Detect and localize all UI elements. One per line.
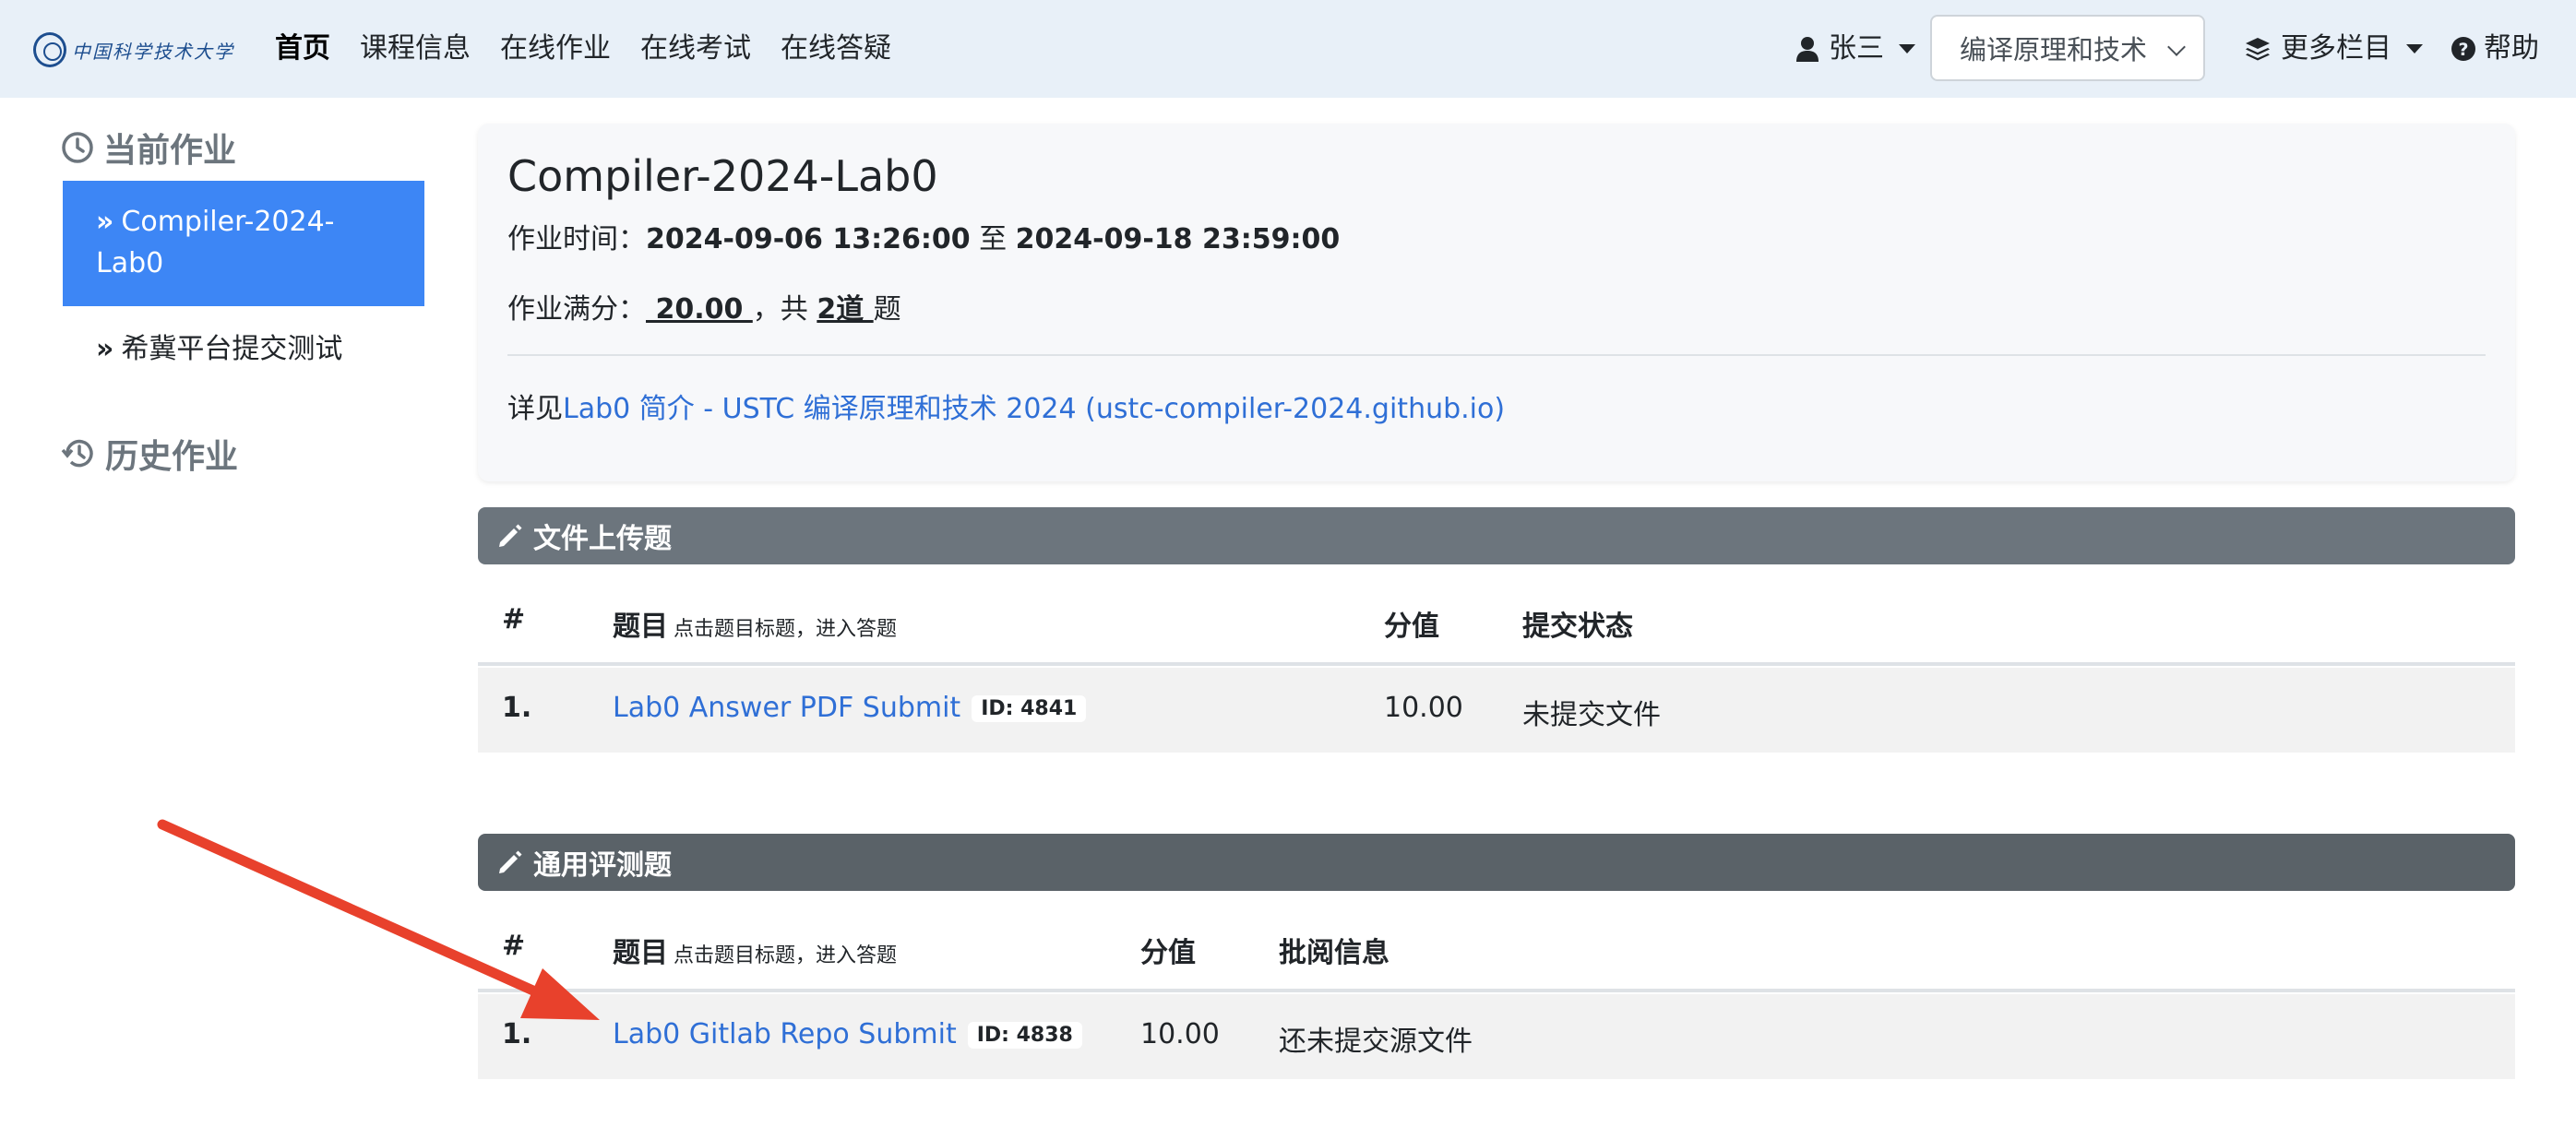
chevron-down-icon xyxy=(2167,38,2186,56)
help-link[interactable]: ? 帮助 xyxy=(2451,28,2539,70)
col-title-label: 题目 xyxy=(613,937,668,969)
history-icon xyxy=(61,439,93,468)
score-label: 作业满分： xyxy=(507,293,646,326)
score-mid: ，共 xyxy=(752,293,817,326)
university-logo[interactable]: 中国科学技术大学 xyxy=(33,31,234,68)
history-homework-label: 历史作业 xyxy=(105,438,239,476)
homework-time: 作业时间：2024-09-06 13:26:00 至 2024-09-18 23… xyxy=(507,216,1340,256)
nav-course-info[interactable]: 课程信息 xyxy=(360,28,471,70)
pencil-icon xyxy=(499,524,522,547)
general-eval-table-header: # 题目 点击题目标题，进入答题 分值 批阅信息 xyxy=(478,911,2515,992)
col-score: 分值 xyxy=(1384,611,1439,643)
row-score: 10.00 xyxy=(1384,692,1463,724)
divider xyxy=(507,354,2486,356)
row-title-cell: Lab0 Gitlab Repo Submit ID: 4838 xyxy=(613,1018,1082,1050)
user-icon xyxy=(1796,37,1819,62)
history-homework-heading[interactable]: 历史作业 xyxy=(61,430,238,478)
question-count: 2道 xyxy=(817,293,874,326)
course-select[interactable]: 编译原理和技术 xyxy=(1930,15,2205,81)
caret-down-icon xyxy=(2406,44,2423,53)
sidebar-item-label: 希冀平台提交测试 xyxy=(121,333,343,365)
score-suffix: 题 xyxy=(873,293,901,326)
time-separator: 至 xyxy=(970,223,1016,255)
more-columns-menu[interactable]: 更多栏目 xyxy=(2244,28,2423,70)
double-chevron-right-icon: » xyxy=(96,206,114,238)
col-title-hint: 点击题目标题，进入答题 xyxy=(674,944,898,967)
caret-down-icon xyxy=(1899,44,1915,53)
nav-online-homework[interactable]: 在线作业 xyxy=(500,28,611,70)
section-title: 通用评测题 xyxy=(533,849,672,882)
file-upload-section-header: 文件上传题 xyxy=(478,507,2515,564)
nav-online-qa[interactable]: 在线答疑 xyxy=(781,28,891,70)
start-time: 2024-09-06 13:26:00 xyxy=(646,223,971,255)
col-score: 分值 xyxy=(1140,937,1196,969)
homework-detail: 详见Lab0 简介 - USTC 编译原理和技术 2024 (ustc-comp… xyxy=(507,386,1505,426)
university-seal-icon xyxy=(33,32,66,67)
col-title-hint: 点击题目标题，进入答题 xyxy=(674,618,898,641)
main-nav: 首页 课程信息 在线作业 在线考试 在线答疑 xyxy=(275,28,891,70)
nav-home[interactable]: 首页 xyxy=(275,28,330,70)
current-homework-label: 当前作业 xyxy=(103,132,237,170)
table-row: 1. Lab0 Gitlab Repo Submit ID: 4838 10.00… xyxy=(478,994,2515,1079)
homework-info-card: Compiler-2024-Lab0 作业时间：2024-09-06 13:26… xyxy=(478,124,2515,481)
col-num: # xyxy=(502,930,526,962)
col-title: 题目 点击题目标题，进入答题 xyxy=(613,930,897,970)
clock-icon xyxy=(62,132,93,163)
question-circle-icon: ? xyxy=(2451,37,2475,61)
sidebar-item-label: Compiler-2024-Lab0 xyxy=(96,206,335,279)
table-row: 1. Lab0 Answer PDF Submit ID: 4841 10.00 … xyxy=(478,668,2515,753)
top-navbar: 中国科学技术大学 首页 课程信息 在线作业 在线考试 在线答疑 张三 编译原理和… xyxy=(0,0,2576,98)
homework-title: Compiler-2024-Lab0 xyxy=(507,151,938,201)
user-menu[interactable]: 张三 xyxy=(1795,28,1915,70)
question-link[interactable]: Lab0 Gitlab Repo Submit xyxy=(613,1018,957,1050)
general-eval-section-header: 通用评测题 xyxy=(478,834,2515,891)
nav-online-exam[interactable]: 在线考试 xyxy=(640,28,751,70)
help-label: 帮助 xyxy=(2484,32,2539,65)
sidebar-item-platform-test[interactable]: » 希冀平台提交测试 xyxy=(96,328,342,370)
sidebar-item-compiler-lab0[interactable]: » Compiler-2024-Lab0 xyxy=(63,181,424,306)
col-review: 批阅信息 xyxy=(1279,937,1389,969)
time-label: 作业时间： xyxy=(507,223,646,255)
end-time: 2024-09-18 23:59:00 xyxy=(1015,223,1341,255)
question-link[interactable]: Lab0 Answer PDF Submit xyxy=(613,692,960,724)
more-columns-label: 更多栏目 xyxy=(2281,32,2391,65)
id-badge: ID: 4838 xyxy=(967,1022,1082,1049)
col-num: # xyxy=(502,603,526,635)
row-score: 10.00 xyxy=(1140,1018,1220,1050)
double-chevron-right-icon: » xyxy=(96,333,114,365)
row-review: 还未提交源文件 xyxy=(1279,1026,1473,1058)
col-title: 题目 点击题目标题，进入答题 xyxy=(613,603,897,644)
logo-text: 中国科学技术大学 xyxy=(72,40,234,63)
full-score: 20.00 xyxy=(646,293,753,326)
pencil-icon xyxy=(499,850,522,873)
svg-text:?: ? xyxy=(2458,40,2468,60)
current-homework-heading: 当前作业 xyxy=(61,124,236,172)
row-status: 未提交文件 xyxy=(1522,699,1661,731)
row-num: 1. xyxy=(502,692,532,724)
layers-icon xyxy=(2246,38,2270,61)
col-status: 提交状态 xyxy=(1522,611,1633,643)
course-select-value: 编译原理和技术 xyxy=(1960,34,2148,65)
row-num: 1. xyxy=(502,1018,532,1050)
homework-score: 作业满分： 20.00 ，共 2道 题 xyxy=(507,286,901,326)
lab0-intro-link[interactable]: Lab0 简介 - USTC 编译原理和技术 2024 (ustc-compil… xyxy=(563,393,1505,425)
id-badge: ID: 4841 xyxy=(972,695,1087,722)
detail-prefix: 详见 xyxy=(507,393,563,425)
row-title-cell: Lab0 Answer PDF Submit ID: 4841 xyxy=(613,692,1087,724)
user-name: 张三 xyxy=(1829,32,1884,65)
file-upload-table-header: # 题目 点击题目标题，进入答题 分值 提交状态 xyxy=(478,585,2515,666)
section-title: 文件上传题 xyxy=(533,523,672,555)
col-title-label: 题目 xyxy=(613,611,668,643)
